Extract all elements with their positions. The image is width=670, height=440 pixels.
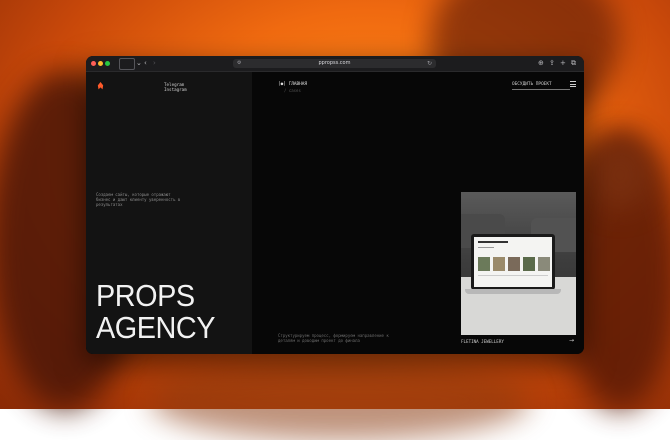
logo-icon[interactable] (97, 82, 104, 90)
laptop-base (465, 289, 561, 294)
instagram-link[interactable]: Instagram (164, 87, 187, 92)
menu-icon[interactable] (570, 81, 576, 87)
headline-props: PROPS (96, 278, 195, 313)
left-panel: Telegram Instagram Создаем сайты, которы… (86, 72, 252, 354)
preview-thumbnail (493, 257, 505, 271)
laptop-website-preview (474, 237, 552, 287)
address-bar[interactable]: ⚙ ppropss.com ↻ (233, 59, 436, 68)
nav-sub-link[interactable]: / cases (284, 88, 301, 93)
preview-thumbnail (508, 257, 520, 271)
preview-thumbnail (538, 257, 550, 271)
tagline: Создаем сайты, которые отражают бизнес и… (96, 192, 181, 207)
discuss-underline (512, 89, 570, 90)
preview-title-bar (478, 241, 508, 243)
forward-icon[interactable]: › (153, 58, 156, 69)
preview-footer-line (478, 275, 548, 276)
close-window-button[interactable] (91, 61, 96, 66)
headline-agency: AGENCY (96, 310, 215, 345)
tab-overview-icon[interactable]: ⧉ (571, 58, 576, 69)
minimize-window-button[interactable] (98, 61, 103, 66)
project-card-image[interactable] (461, 192, 576, 335)
laptop-screen (471, 234, 555, 290)
url-text: ppropss.com (318, 60, 351, 66)
new-tab-icon[interactable]: + (560, 58, 566, 69)
nav-main-link[interactable]: [●] ГЛАВНАЯ (278, 82, 307, 87)
maximize-window-button[interactable] (105, 61, 110, 66)
reload-icon[interactable]: ↻ (427, 59, 432, 68)
preview-subtitle-bar (478, 247, 494, 248)
browser-window: ⌄ ‹ › ⚙ ppropss.com ↻ ⊕ ⇪ + ⧉ Telegram I… (86, 56, 584, 354)
back-icon[interactable]: ‹ (144, 58, 147, 69)
chevron-down-icon[interactable]: ⌄ (136, 58, 142, 69)
background-shadow (150, 360, 530, 440)
download-icon[interactable]: ⊕ (538, 58, 544, 69)
project-card-caption[interactable]: FLETINA JEWELLERY (461, 339, 504, 344)
sidebar-toggle-icon[interactable] (119, 58, 135, 70)
preview-thumbnail (478, 257, 490, 271)
preview-thumbnail (523, 257, 535, 271)
process-description: Структурируем процесс, формируем направл… (278, 333, 389, 343)
share-icon[interactable]: ⇪ (549, 58, 555, 69)
webpage: Telegram Instagram Создаем сайты, которы… (86, 72, 584, 354)
browser-toolbar: ⌄ ‹ › ⚙ ppropss.com ↻ ⊕ ⇪ + ⧉ (86, 56, 584, 72)
discuss-project-link[interactable]: ОБСУДИТЬ ПРОЕКТ (512, 82, 552, 87)
arrow-right-icon[interactable]: → (569, 337, 574, 345)
background-person-head (590, 140, 650, 210)
